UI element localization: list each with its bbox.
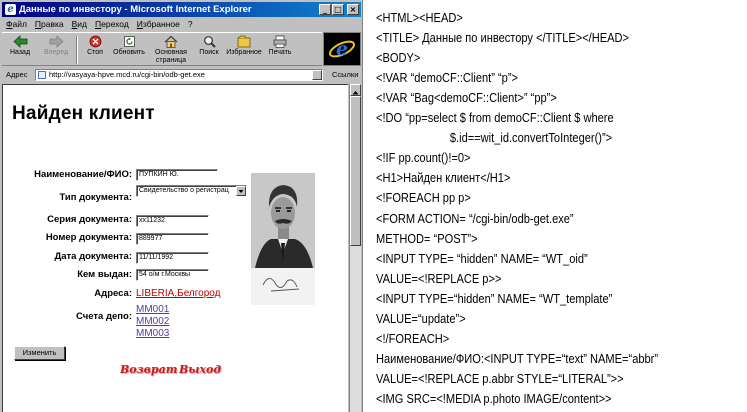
doc-number-label: Номер документа: [45, 232, 132, 243]
code-line: <!VAR “demoCF::Client” “p”> [376, 70, 518, 86]
depo-account-link[interactable]: MM003 [136, 328, 169, 339]
address-input[interactable]: http://vasyaya-hpve.mcd.ru/cgi-bin/odb-g… [35, 69, 323, 81]
print-button[interactable]: Печать [264, 33, 296, 65]
code-line: <!/FOREACH> [376, 330, 450, 346]
addresses-label: Адреса: [94, 288, 132, 299]
browser-window: e Данные по инвестору - Microsoft Intern… [0, 0, 363, 412]
depo-account-link[interactable]: MM001 [136, 304, 169, 315]
code-line: <!FOREACH pp p> [376, 190, 471, 206]
code-line: <INPUT TYPE=“hidden” NAME= “WT_template” [376, 290, 613, 306]
doc-series-label: Серия документа: [47, 214, 132, 225]
page-title: Найден клиент [12, 103, 155, 124]
code-line: <TITLE> Данные по инвестору </TITLE></HE… [376, 30, 630, 46]
ie-throbber-logo: e [323, 32, 361, 66]
chevron-down-icon[interactable] [236, 186, 246, 196]
vertical-scrollbar[interactable] [349, 84, 361, 412]
print-icon [273, 35, 288, 48]
client-photo [251, 173, 315, 305]
address-bar: Адрес http://vasyaya-hpve.mcd.ru/cgi-bin… [2, 67, 361, 82]
title-bar: e Данные по инвестору - Microsoft Intern… [2, 2, 361, 17]
code-line: $.id==wit_id.convertToInteger()”> [376, 130, 613, 146]
issued-by-input[interactable]: 54 о/м г.Москвы [136, 269, 209, 281]
doc-date-input[interactable]: 11/11/1992 [136, 252, 209, 264]
refresh-button[interactable]: Обновить [110, 33, 148, 65]
exit-link[interactable]: Выход [179, 363, 221, 376]
code-line: <H1>Найден клиент</H1> [376, 170, 511, 186]
address-label: Адрес [6, 70, 28, 79]
code-line: <HTML><HEAD> [376, 10, 463, 25]
address-link[interactable]: LIBERIA,Белгород [136, 288, 220, 299]
source-code-panel: <HTML><HEAD> <TITLE> Данные по инвестору … [364, 0, 747, 412]
menu-view[interactable]: Вид [68, 18, 91, 31]
portrait-image [251, 173, 315, 305]
forward-arrow-icon [49, 35, 64, 48]
doc-type-select[interactable]: Свидетельство о регистрац [136, 185, 247, 197]
favorites-icon [237, 35, 252, 48]
search-button[interactable]: Поиск [194, 33, 224, 65]
depo-accounts-label: Счета депо: [75, 311, 132, 322]
back-arrow-icon [12, 35, 28, 48]
forward-button[interactable]: Вперед [38, 33, 74, 65]
code-line: <FORM ACTION= “/cgi-bin/odb-get.exe” [376, 210, 574, 226]
refresh-icon [122, 35, 137, 48]
favorites-button[interactable]: Избранное [224, 33, 264, 65]
code-line: <!DO “pp=select $ from demoCF::Client $ … [376, 110, 614, 126]
code-line: <INPUT TYPE= “hidden” NAME= “WT_oid” [376, 250, 588, 266]
doc-date-label: Дата документа: [54, 251, 132, 262]
doc-type-selected: Свидетельство о регистрац [139, 187, 229, 194]
code-line: VALUE=“update”> [376, 310, 466, 326]
svg-text:e: e [336, 38, 348, 60]
code-line: VALUE=<!REPLACE p.abbr STYLE=“LITERAL”>> [376, 370, 624, 386]
scroll-up-button[interactable] [350, 84, 361, 96]
minimize-button[interactable]: _ [319, 4, 331, 15]
back-button[interactable]: Назад [2, 33, 38, 65]
change-button[interactable]: Изменить [14, 346, 65, 360]
window-title: Данные по инвестору - Microsoft Internet… [19, 4, 252, 15]
name-label: Наименование/ФИО: [34, 169, 132, 180]
search-icon [202, 35, 217, 48]
code-line: <!VAR “Bag<demoCF::Client>” “pp”> [376, 90, 557, 106]
depo-account-link[interactable]: MM002 [136, 316, 169, 327]
home-button[interactable]: Основная страница [148, 33, 194, 65]
menu-bar: Файл Правка Вид Переход Избранное ? [2, 18, 197, 31]
code-line: VALUE=<!REPLACE p>> [376, 270, 502, 286]
code-line: <BODY> [376, 50, 421, 66]
toolbar-separator [76, 36, 78, 64]
code-line: <IMG SRC=<!MEDIA p.photo IMAGE/content>> [376, 390, 612, 406]
menu-go[interactable]: Переход [91, 18, 133, 31]
ie-logo-icon: e [328, 38, 356, 60]
menu-edit[interactable]: Правка [31, 18, 68, 31]
address-url: http://vasyaya-hpve.mcd.ru/cgi-bin/odb-g… [49, 70, 205, 79]
address-dropdown-button[interactable] [312, 70, 322, 80]
doc-number-input[interactable]: 889977 [136, 233, 209, 245]
page-icon [38, 71, 46, 79]
stop-icon [88, 35, 103, 48]
window-controls: _ □ × [319, 4, 359, 15]
scroll-thumb[interactable] [350, 96, 361, 246]
menu-favorites[interactable]: Избранное [133, 18, 184, 31]
menu-file[interactable]: Файл [2, 18, 31, 31]
maximize-button[interactable]: □ [332, 4, 344, 15]
toolbar: Назад Вперед Стоп Обновить Основная стра… [2, 32, 322, 66]
close-button[interactable]: × [347, 4, 359, 15]
stop-button[interactable]: Стоп [80, 33, 110, 65]
ie-app-icon: e [5, 4, 16, 15]
code-line: <!IF pp.count()!=0> [376, 150, 471, 166]
doc-series-input[interactable]: хх11232 [136, 215, 209, 227]
code-line: Наименование/ФИО:<INPUT TYPE=“text” NAME… [376, 350, 659, 366]
issued-by-label: Кем выдан: [77, 269, 132, 280]
home-icon [164, 35, 179, 48]
code-line: METHOD= “POST”> [376, 230, 478, 246]
name-input[interactable]: ПУПКИН Ю. [136, 169, 218, 181]
doc-type-label: Тип документа: [59, 192, 132, 203]
links-button[interactable]: Ссылки [332, 67, 358, 82]
menu-help[interactable]: ? [184, 18, 197, 31]
page-content: Найден клиент Наименование/ФИО: Тип доку… [2, 84, 348, 412]
back-link[interactable]: Возврат [120, 363, 177, 376]
